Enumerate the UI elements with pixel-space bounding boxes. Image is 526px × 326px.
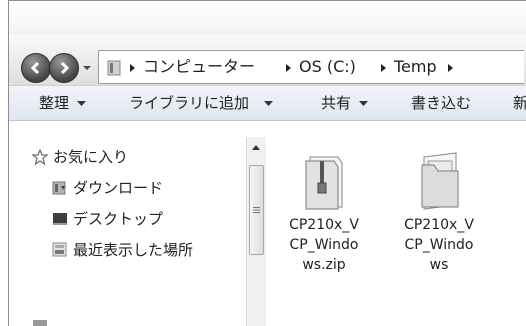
breadcrumb-separator-icon[interactable]: [380, 63, 388, 73]
address-field[interactable]: コンピューター OS (C:) Temp: [98, 50, 524, 84]
recent-places-icon: [52, 242, 67, 257]
breadcrumb-os-drive[interactable]: OS (C:): [299, 58, 356, 76]
command-bar: 整理 ライブラリに追加 共有 書き込む 新: [9, 85, 526, 121]
scroll-up-arrow-icon[interactable]: [252, 145, 260, 150]
breadcrumb-separator-icon[interactable]: [285, 63, 293, 73]
chevron-down-icon: [77, 101, 86, 106]
computer-folder-icon: [107, 60, 121, 76]
back-button[interactable]: [21, 53, 51, 83]
chevron-down-icon: [359, 101, 368, 106]
new-folder-button[interactable]: 新: [513, 95, 526, 112]
nav-item-recent-places[interactable]: 最近表示した場所: [73, 242, 193, 259]
nav-item-downloads[interactable]: ダウンロード: [73, 180, 163, 197]
scroll-grip-icon: [253, 207, 260, 213]
zip-folder-icon: [305, 156, 343, 210]
breadcrumb-separator-icon[interactable]: [447, 63, 455, 73]
breadcrumb-computer[interactable]: コンピューター: [143, 58, 255, 76]
file-name: CP210x_V CP_Windo ws.zip: [279, 215, 369, 275]
file-list: CP210x_V CP_Windo ws.zip CP210x_V CP_Win…: [266, 137, 526, 326]
recent-pages-dropdown[interactable]: [81, 62, 93, 74]
navigation-pane-scrollbar[interactable]: [246, 137, 267, 326]
folder-icon: [421, 152, 459, 210]
forward-arrow-icon: [60, 61, 70, 75]
explorer-window: コンピューター OS (C:) Temp 整理 ライブラリに追加 共有 書き込む…: [8, 0, 526, 326]
file-name-line: CP_Windo: [289, 237, 359, 253]
breadcrumb-temp[interactable]: Temp: [394, 58, 437, 76]
back-arrow-icon: [30, 61, 40, 75]
nav-item-favorites[interactable]: お気に入り: [53, 149, 128, 166]
star-icon: [32, 149, 48, 165]
burn-button[interactable]: 書き込む: [411, 95, 471, 112]
scrollbar-thumb[interactable]: [249, 165, 264, 255]
file-name: CP210x_V CP_Windo ws: [394, 215, 484, 275]
title-bar: [9, 1, 526, 35]
chevron-down-icon: [264, 101, 273, 106]
file-name-line: CP_Windo: [404, 237, 474, 253]
breadcrumb-separator-icon[interactable]: [129, 63, 137, 73]
desktop-icon: [53, 213, 67, 225]
add-to-library-button[interactable]: ライブラリに追加: [129, 95, 249, 112]
forward-button[interactable]: [49, 53, 79, 83]
navigation-pane: お気に入り ダウンロード デスクトップ 最近表示した場所: [9, 137, 246, 326]
share-button[interactable]: 共有: [321, 95, 351, 112]
file-name-line: ws.zip: [302, 257, 346, 273]
file-name-line: CP210x_V: [404, 217, 474, 233]
navigation-bar: コンピューター OS (C:) Temp: [9, 35, 526, 85]
nav-item-desktop[interactable]: デスクトップ: [73, 211, 163, 228]
file-name-line: CP210x_V: [289, 217, 359, 233]
downloads-folder-icon: [52, 181, 66, 195]
organize-button[interactable]: 整理: [39, 95, 69, 112]
file-name-line: ws: [429, 257, 449, 273]
